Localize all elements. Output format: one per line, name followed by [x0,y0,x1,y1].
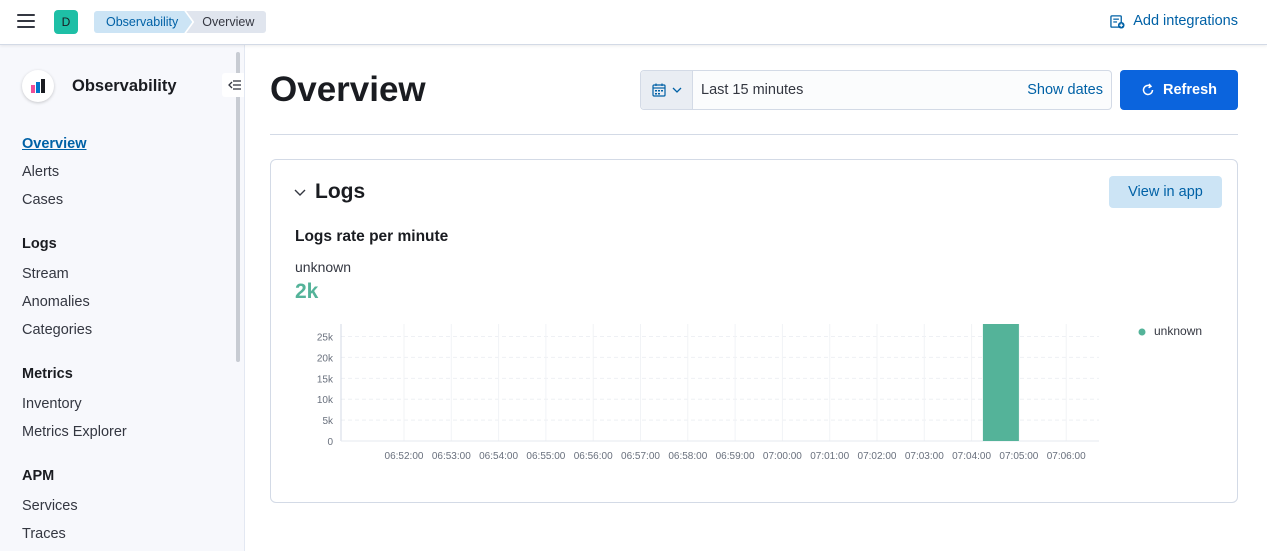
sidebar-item-traces[interactable]: Traces [22,524,222,551]
refresh-icon [1142,83,1154,96]
sidebar: Observability Overview Alerts Cases Logs… [0,45,245,551]
sidebar-item-anomalies[interactable]: Anomalies [22,292,222,320]
breadcrumb: Observability Overview [94,11,267,33]
x-tick-label: 06:52:00 [385,451,424,462]
quick-select-button[interactable] [641,71,693,109]
legend-marker [1138,328,1146,336]
add-integrations-label: Add integrations [1133,13,1238,29]
x-tick-label: 06:58:00 [668,451,707,462]
y-tick-label: 20k [317,353,334,364]
integrations-icon [1110,14,1125,29]
x-tick-label: 07:06:00 [1047,451,1086,462]
sidebar-item-categories[interactable]: Categories [22,320,222,348]
sidebar-brand: Observability [22,70,177,102]
show-dates-button[interactable]: Show dates [1027,82,1111,98]
x-tick-label: 07:02:00 [858,451,897,462]
y-tick-label: 15k [317,374,334,385]
sidebar-item-overview[interactable]: Overview [22,134,222,162]
x-tick-label: 07:01:00 [810,451,849,462]
x-tick-label: 07:05:00 [999,451,1038,462]
sidebar-item-cases[interactable]: Cases [22,190,222,218]
logs-panel: Logs View in app Logs rate per minute un… [270,159,1238,503]
space-avatar[interactable]: D [54,10,78,34]
sidebar-item-inventory[interactable]: Inventory [22,394,222,422]
x-tick-label: 06:56:00 [574,451,613,462]
date-picker: Last 15 minutes Show dates [640,70,1112,110]
sidebar-scrollbar[interactable] [236,52,240,362]
sidebar-item-alerts[interactable]: Alerts [22,162,222,190]
sidebar-nav: Overview Alerts Cases Logs Stream Anomal… [22,134,222,551]
legend-label: unknown [1154,324,1202,338]
bar [982,324,1019,441]
sidebar-item-services[interactable]: Services [22,496,222,524]
y-tick-label: 10k [317,395,334,406]
header-divider [270,134,1238,135]
x-tick-label: 06:54:00 [479,451,518,462]
date-range-label[interactable]: Last 15 minutes [693,82,1027,98]
y-tick-label: 5k [322,416,334,427]
sidebar-group-logs: Logs [22,236,57,252]
sidebar-item-stream[interactable]: Stream [22,264,222,292]
sidebar-item-metrics-explorer[interactable]: Metrics Explorer [22,422,222,450]
logs-rate-chart: 0 5k 10k 15k 20k 25k 06:52:00 06:53:00 06:54:00 0… [317,324,1202,462]
refresh-button[interactable]: Refresh [1120,70,1238,110]
collapse-sidebar-icon[interactable] [222,73,244,97]
sidebar-group-apm: APM [22,468,55,484]
observability-logo-icon [22,70,54,102]
calendar-icon [651,83,666,97]
sidebar-title: Observability [72,76,177,95]
menu-icon[interactable] [17,14,35,30]
x-tick-label: 07:00:00 [763,451,802,462]
x-tick-label: 06:55:00 [526,451,565,462]
x-tick-label: 07:04:00 [952,451,991,462]
breadcrumb-observability[interactable]: Observability [94,11,192,33]
add-integrations-link[interactable]: Add integrations [1110,13,1238,29]
page-title: Overview [270,70,426,109]
y-tick-label: 0 [327,437,333,448]
y-tick-label: 25k [317,333,334,344]
x-tick-label: 06:57:00 [621,451,660,462]
x-tick-label: 07:03:00 [905,451,944,462]
x-tick-label: 06:53:00 [432,451,471,462]
x-tick-label: 06:59:00 [716,451,755,462]
breadcrumb-overview: Overview [186,11,267,33]
refresh-label: Refresh [1163,82,1217,98]
top-header: D Observability Overview Add integration… [0,0,1267,45]
sidebar-group-metrics: Metrics [22,366,73,382]
chevron-down-icon [672,87,681,93]
